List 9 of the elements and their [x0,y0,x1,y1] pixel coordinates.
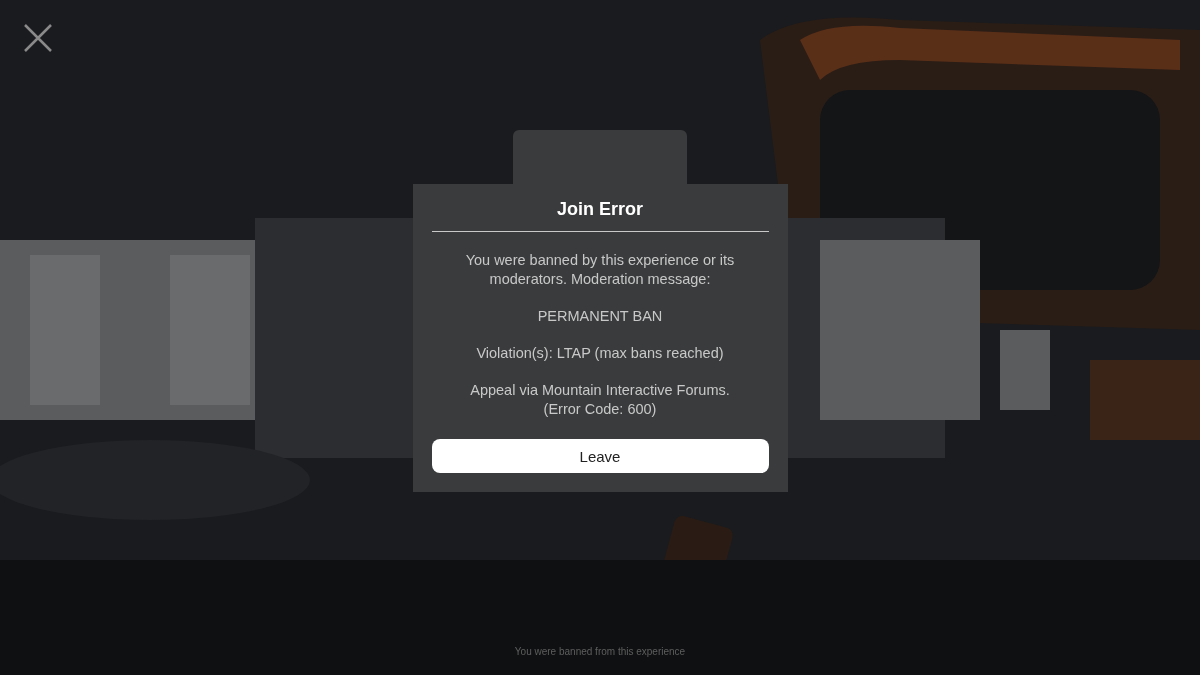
dialog-message: Appeal via Mountain Interactive Forums. (Error Code: 600) [469,381,731,419]
dialog-message: PERMANENT BAN [536,307,664,326]
dialog-message: Violation(s): LTAP (max bans reached) [475,344,725,363]
dialog-message: You were banned by this experience or its moderators. Moderation message: [464,251,736,289]
leave-button[interactable]: Leave [431,439,769,473]
status-text: You were banned from this experience [513,646,687,657]
dialog-title: Join Error [556,198,644,220]
close-icon [24,24,52,52]
close-button[interactable] [24,24,52,52]
